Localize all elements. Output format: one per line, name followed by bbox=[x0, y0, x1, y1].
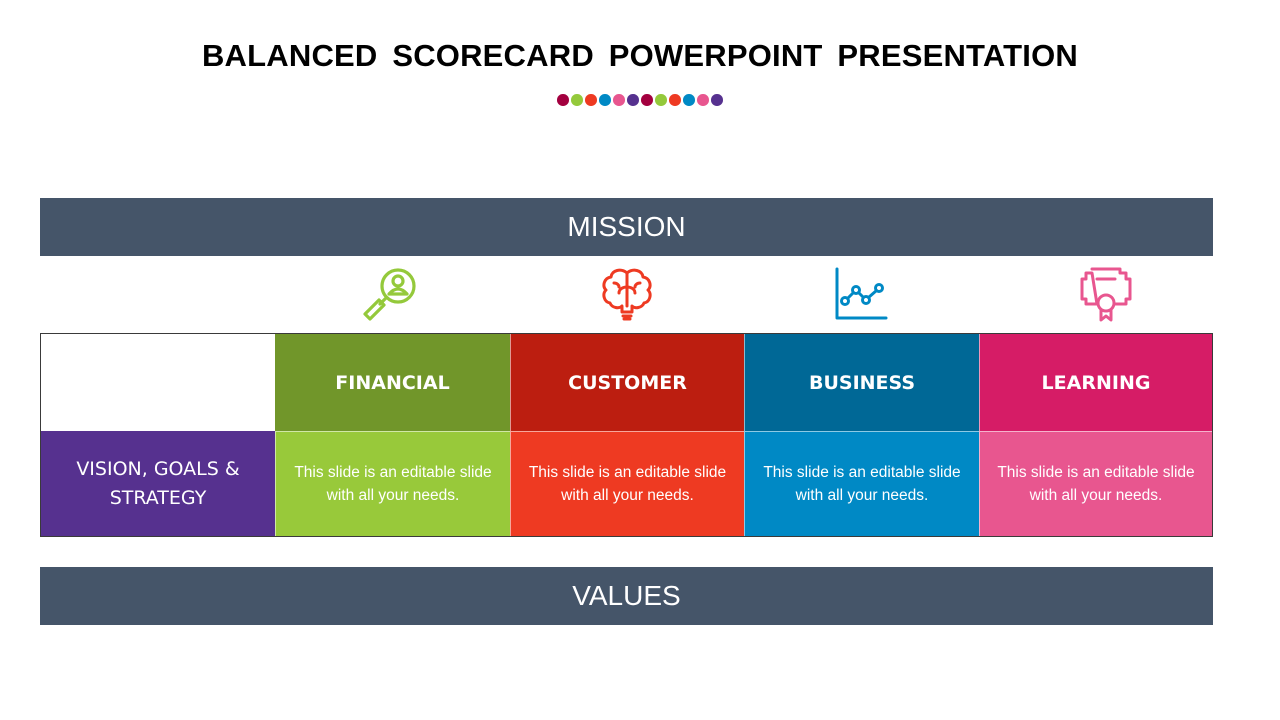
body-learning: This slide is an editable slide with all… bbox=[979, 431, 1212, 536]
header-financial: FINANCIAL bbox=[275, 334, 510, 431]
brain-bulb-icon bbox=[602, 268, 652, 321]
vision-goals-strategy-cell: VISION, GOALS & STRATEGY bbox=[41, 431, 275, 536]
dot-11 bbox=[696, 94, 709, 106]
row-label: VISION, GOALS & STRATEGY bbox=[76, 457, 240, 509]
decorative-dots bbox=[557, 94, 723, 106]
values-banner: VALUES bbox=[40, 567, 1213, 625]
financial-text: This slide is an editable slide with all… bbox=[294, 464, 492, 504]
dot-8 bbox=[654, 94, 667, 106]
dot-1 bbox=[557, 94, 569, 106]
body-business: This slide is an editable slide with all… bbox=[744, 431, 979, 536]
header-customer: CUSTOMER bbox=[510, 334, 744, 431]
slide-title: BALANCED SCORECARD POWERPOINT PRESENTATI… bbox=[201, 38, 1079, 73]
learning-text: This slide is an editable slide with all… bbox=[997, 464, 1195, 504]
dot-9 bbox=[668, 94, 681, 106]
dot-12 bbox=[710, 94, 723, 106]
mission-banner: MISSION bbox=[40, 198, 1213, 256]
certificate-icon bbox=[1080, 267, 1132, 322]
dot-5 bbox=[612, 94, 625, 106]
dot-2 bbox=[570, 94, 583, 106]
scorecard-table: FINANCIAL CUSTOMER BUSINESS LEARNING VIS… bbox=[40, 333, 1213, 537]
magnifier-user-icon bbox=[363, 268, 416, 321]
values-label: VALUES bbox=[572, 580, 681, 611]
dot-6 bbox=[626, 94, 639, 106]
dot-7 bbox=[640, 94, 653, 106]
body-financial: This slide is an editable slide with all… bbox=[275, 431, 510, 536]
header-business: BUSINESS bbox=[744, 334, 979, 431]
business-text: This slide is an editable slide with all… bbox=[763, 464, 961, 504]
header-learning: LEARNING bbox=[979, 334, 1212, 431]
empty-corner-cell bbox=[41, 334, 275, 431]
body-customer: This slide is an editable slide with all… bbox=[510, 431, 744, 536]
line-chart-icon bbox=[835, 267, 888, 320]
dot-4 bbox=[598, 94, 611, 106]
dot-10 bbox=[682, 94, 695, 106]
mission-label: MISSION bbox=[567, 211, 686, 242]
customer-text: This slide is an editable slide with all… bbox=[528, 464, 727, 504]
dot-3 bbox=[584, 94, 597, 106]
